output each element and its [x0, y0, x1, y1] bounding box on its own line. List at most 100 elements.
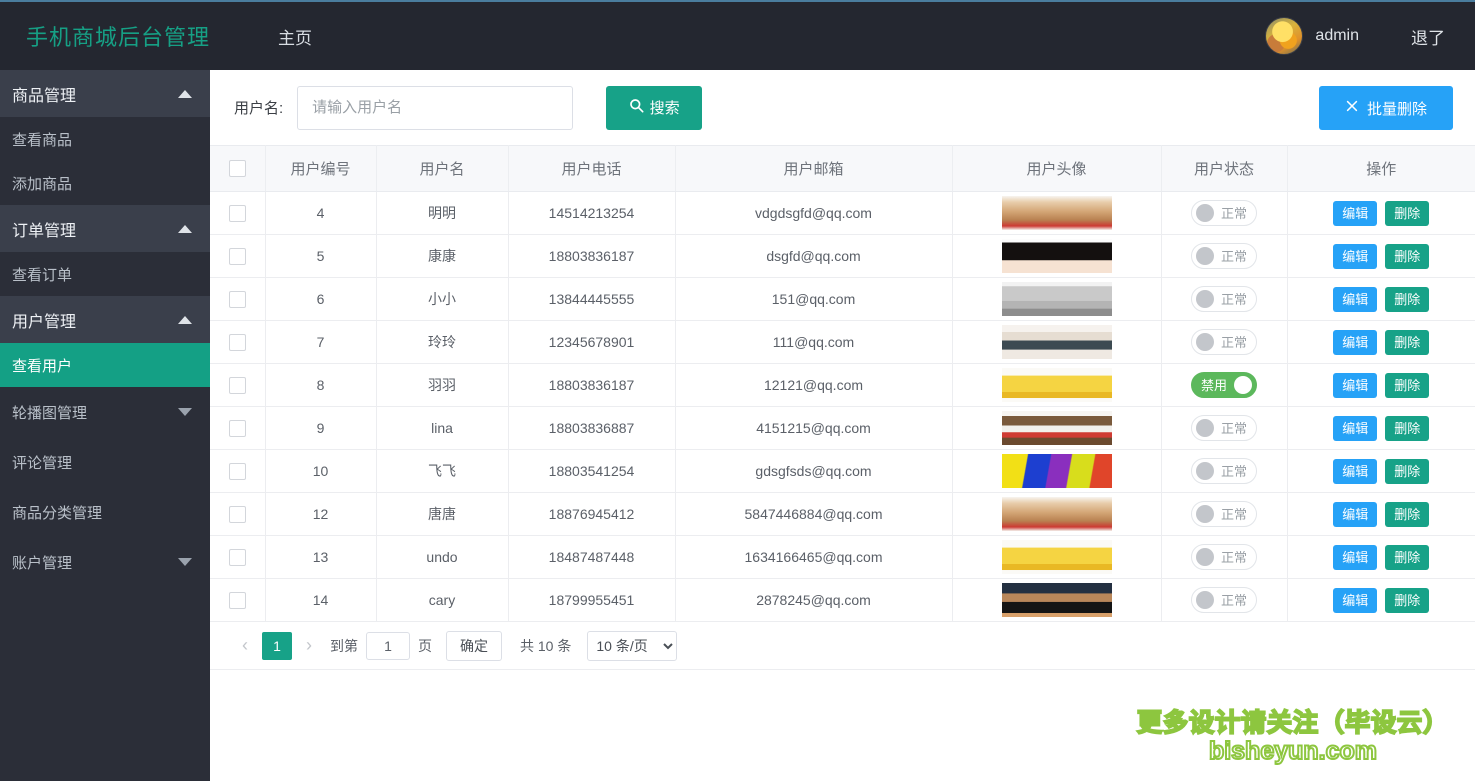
search-button-label: 搜索 — [650, 97, 680, 118]
row-checkbox[interactable] — [229, 205, 246, 222]
row-checkbox[interactable] — [229, 549, 246, 566]
chevron-down-icon — [178, 558, 192, 566]
sidebar-item-label: 账户管理 — [12, 552, 72, 573]
table-row: 5康康18803836187dsgfd@qq.com正常编辑删除 — [210, 235, 1475, 278]
user-phone-cell: 14514213254 — [508, 192, 675, 235]
batch-delete-button[interactable]: 批量删除 — [1319, 86, 1453, 130]
page-number-1[interactable]: 1 — [262, 632, 292, 660]
user-id-cell: 6 — [265, 278, 376, 321]
close-x-icon — [1345, 99, 1359, 117]
status-toggle[interactable]: 正常 — [1191, 329, 1257, 355]
delete-button[interactable]: 删除 — [1385, 459, 1429, 484]
user-email-cell: 151@qq.com — [675, 278, 952, 321]
user-id-cell: 4 — [265, 192, 376, 235]
chevron-left-icon[interactable]: ‹ — [232, 635, 258, 656]
status-toggle[interactable]: 正常 — [1191, 415, 1257, 441]
column-header-5: 用户头像 — [952, 146, 1161, 192]
status-toggle[interactable]: 正常 — [1191, 458, 1257, 484]
edit-button[interactable]: 编辑 — [1333, 588, 1377, 613]
actions-cell: 编辑删除 — [1287, 192, 1475, 235]
actions-cell: 编辑删除 — [1287, 235, 1475, 278]
actions-cell: 编辑删除 — [1287, 278, 1475, 321]
sidebar-item-label: 订单管理 — [12, 217, 76, 241]
row-checkbox[interactable] — [229, 463, 246, 480]
sidebar-item-4[interactable]: 查看订单 — [0, 252, 210, 296]
edit-button[interactable]: 编辑 — [1333, 416, 1377, 441]
sidebar-item-3[interactable]: 订单管理 — [0, 205, 210, 252]
toggle-knob — [1196, 548, 1214, 566]
row-checkbox[interactable] — [229, 291, 246, 308]
chevron-right-icon[interactable]: › — [296, 635, 322, 656]
sidebar-item-2[interactable]: 添加商品 — [0, 161, 210, 205]
status-toggle[interactable]: 正常 — [1191, 544, 1257, 570]
delete-button[interactable]: 删除 — [1385, 201, 1429, 226]
status-toggle[interactable]: 禁用 — [1191, 372, 1257, 398]
status-toggle[interactable]: 正常 — [1191, 286, 1257, 312]
select-all-checkbox[interactable] — [229, 160, 246, 177]
user-email-cell: gdsgfsds@qq.com — [675, 450, 952, 493]
user-phone-cell: 13844445555 — [508, 278, 675, 321]
table-row: 13undo184874874481634166465@qq.com正常编辑删除 — [210, 536, 1475, 579]
row-checkbox[interactable] — [229, 506, 246, 523]
row-select-cell — [210, 364, 265, 407]
delete-button[interactable]: 删除 — [1385, 588, 1429, 613]
status-label: 正常 — [1221, 336, 1247, 349]
page-size-select[interactable]: 10 条/页20 条/页50 条/页100 条/页 — [587, 631, 677, 661]
delete-button[interactable]: 删除 — [1385, 416, 1429, 441]
sidebar-item-10[interactable]: 账户管理 — [0, 537, 210, 587]
edit-button[interactable]: 编辑 — [1333, 545, 1377, 570]
sidebar-item-7[interactable]: 轮播图管理 — [0, 387, 210, 437]
search-button[interactable]: 搜索 — [606, 86, 702, 130]
sidebar-item-1[interactable]: 查看商品 — [0, 117, 210, 161]
actions-cell: 编辑删除 — [1287, 321, 1475, 364]
user-email-cell: vdgdsgfd@qq.com — [675, 192, 952, 235]
sidebar-item-0[interactable]: 商品管理 — [0, 70, 210, 117]
status-toggle[interactable]: 正常 — [1191, 501, 1257, 527]
delete-button[interactable]: 删除 — [1385, 287, 1429, 312]
row-select-cell — [210, 321, 265, 364]
user-avatar-image — [1002, 196, 1112, 230]
edit-button[interactable]: 编辑 — [1333, 330, 1377, 355]
status-label: 正常 — [1221, 465, 1247, 478]
delete-button[interactable]: 删除 — [1385, 545, 1429, 570]
edit-button[interactable]: 编辑 — [1333, 373, 1377, 398]
nav-item-home[interactable]: 主页 — [278, 24, 312, 49]
row-checkbox[interactable] — [229, 248, 246, 265]
logout-button[interactable]: 退了 — [1411, 24, 1445, 49]
sidebar-item-label: 查看用户 — [12, 355, 72, 376]
pagination: ‹ 1 › 到第 页 确定 共 10 条 10 条/页20 条/页50 条/页1… — [210, 622, 1475, 670]
row-checkbox[interactable] — [229, 334, 246, 351]
edit-button[interactable]: 编辑 — [1333, 201, 1377, 226]
actions-cell: 编辑删除 — [1287, 407, 1475, 450]
search-input[interactable] — [297, 86, 573, 130]
delete-button[interactable]: 删除 — [1385, 330, 1429, 355]
delete-button[interactable]: 删除 — [1385, 373, 1429, 398]
user-email-cell: 111@qq.com — [675, 321, 952, 364]
user-avatar-cell — [952, 192, 1161, 235]
user-email-cell: 12121@qq.com — [675, 364, 952, 407]
row-checkbox[interactable] — [229, 592, 246, 609]
page-jump-confirm-button[interactable]: 确定 — [446, 631, 502, 661]
delete-button[interactable]: 删除 — [1385, 502, 1429, 527]
avatar[interactable] — [1265, 17, 1303, 55]
row-checkbox[interactable] — [229, 420, 246, 437]
edit-button[interactable]: 编辑 — [1333, 244, 1377, 269]
chevron-up-icon — [178, 316, 192, 324]
user-avatar-image — [1002, 239, 1112, 273]
edit-button[interactable]: 编辑 — [1333, 287, 1377, 312]
sidebar-item-5[interactable]: 用户管理 — [0, 296, 210, 343]
delete-button[interactable]: 删除 — [1385, 244, 1429, 269]
edit-button[interactable]: 编辑 — [1333, 459, 1377, 484]
user-email-cell: 2878245@qq.com — [675, 579, 952, 622]
sidebar-item-8[interactable]: 评论管理 — [0, 437, 210, 487]
sidebar-item-6[interactable]: 查看用户 — [0, 343, 210, 387]
user-name-cell: 唐唐 — [376, 493, 508, 536]
status-toggle[interactable]: 正常 — [1191, 200, 1257, 226]
user-status-cell: 正常 — [1161, 536, 1287, 579]
status-toggle[interactable]: 正常 — [1191, 587, 1257, 613]
row-checkbox[interactable] — [229, 377, 246, 394]
page-jump-input[interactable] — [366, 632, 410, 660]
edit-button[interactable]: 编辑 — [1333, 502, 1377, 527]
status-toggle[interactable]: 正常 — [1191, 243, 1257, 269]
sidebar-item-9[interactable]: 商品分类管理 — [0, 487, 210, 537]
